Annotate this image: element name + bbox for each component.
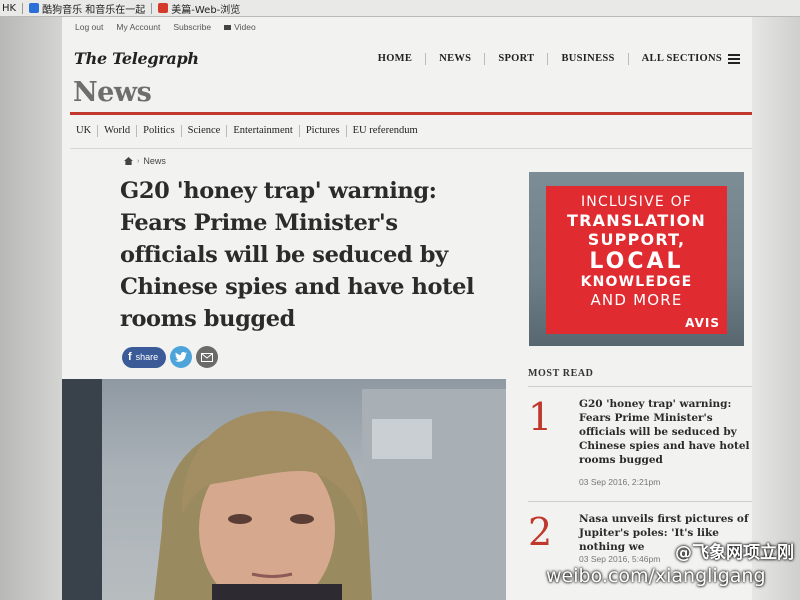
- nav-sport[interactable]: SPORT: [485, 53, 549, 65]
- utility-links: Log out My Account Subscribe Video: [75, 22, 256, 32]
- bookmark-label: 美篇-Web-浏览: [171, 4, 241, 16]
- ad-text-line: AND MORE: [590, 291, 683, 309]
- subnav-science[interactable]: Science: [182, 125, 228, 137]
- ad-text-line: INCLUSIVE OF: [580, 194, 693, 210]
- watermark-url: weibo.com/xiangligang: [546, 565, 766, 587]
- bookmarks-bar: HK 酷狗音乐 和音乐在一起 美篇-Web-浏览: [0, 0, 800, 17]
- headline-line: Fears Prime Minister's: [120, 210, 398, 236]
- main-nav: HOME NEWS SPORT BUSINESS ALL SECTIONS: [365, 53, 740, 65]
- my-account-link[interactable]: My Account: [116, 22, 160, 32]
- most-read-divider: [528, 501, 752, 502]
- bookmark-label: HK: [2, 2, 17, 14]
- avis-advertisement[interactable]: INCLUSIVE OF TRANSLATION SUPPORT, LOCAL …: [529, 172, 744, 346]
- nav-home[interactable]: HOME: [365, 53, 427, 65]
- log-out-link[interactable]: Log out: [75, 22, 103, 32]
- envelope-icon: [201, 352, 214, 362]
- subnav-entertainment[interactable]: Entertainment: [227, 125, 300, 137]
- telegraph-page: Log out My Account Subscribe Video The T…: [62, 17, 752, 600]
- most-read-divider: [528, 386, 752, 387]
- most-read-heading: MOST READ: [528, 368, 594, 379]
- masthead-logo[interactable]: The Telegraph: [74, 49, 199, 68]
- watermark-handle: @飞象网项立刚: [675, 543, 794, 563]
- kugou-favicon-icon: [29, 3, 40, 13]
- facebook-icon: f: [128, 351, 132, 363]
- most-read-title: G20 'honey trap' warning: Fears Prime Mi…: [579, 397, 752, 467]
- breadcrumb-news[interactable]: News: [143, 156, 166, 166]
- most-read-title-line: Chinese spies and have hotel: [579, 440, 750, 452]
- headline-line: rooms bugged: [120, 306, 295, 332]
- home-icon[interactable]: [124, 157, 133, 165]
- section-divider: [70, 112, 752, 115]
- avis-logo: AVIS: [685, 316, 720, 330]
- share-label: share: [135, 352, 159, 362]
- facebook-share-button[interactable]: f share: [122, 346, 167, 368]
- bookmark-label: 酷狗音乐 和音乐在一起: [42, 4, 146, 16]
- ad-text-line: SUPPORT,: [587, 230, 686, 249]
- subnav-uk[interactable]: UK: [70, 125, 99, 137]
- portrait-image: [62, 379, 506, 600]
- sub-nav: UK World Politics Science Entertainment …: [70, 125, 424, 137]
- hamburger-menu-icon[interactable]: [728, 54, 740, 64]
- subnav-politics[interactable]: Politics: [137, 125, 182, 137]
- subnav-world[interactable]: World: [98, 125, 138, 137]
- article-headline: G20 'honey trap' warning: Fears Prime Mi…: [120, 175, 500, 335]
- nav-business[interactable]: BUSINESS: [548, 53, 629, 65]
- nav-all-sections[interactable]: ALL SECTIONS: [629, 53, 728, 65]
- bookmark-divider: [22, 2, 24, 14]
- most-read-time: 03 Sep 2016, 2:21pm: [579, 477, 661, 487]
- most-read-title-line: Nasa unveils first pictures of: [579, 513, 749, 525]
- meipian-favicon-icon: [158, 3, 169, 13]
- video-label: Video: [234, 22, 256, 32]
- section-title: News: [73, 77, 152, 108]
- subscribe-link[interactable]: Subscribe: [173, 22, 211, 32]
- nav-news[interactable]: NEWS: [426, 53, 486, 65]
- subnav-eu-referendum[interactable]: EU referendum: [347, 125, 424, 137]
- weibo-watermark: @飞象网项立刚 weibo.com/xiangligang: [546, 542, 800, 588]
- bookmark-kugou[interactable]: 酷狗音乐 和音乐在一起: [29, 1, 145, 16]
- most-read-title-line: Fears Prime Minister's: [579, 412, 713, 424]
- twitter-bird-icon: [175, 352, 188, 362]
- email-share-button[interactable]: [196, 346, 219, 368]
- breadcrumb: › News: [124, 156, 166, 166]
- most-read-rank: 1: [528, 395, 553, 439]
- bookmark-hk[interactable]: HK: [2, 3, 16, 14]
- ad-text-line: TRANSLATION: [567, 211, 706, 230]
- bookmark-divider: [151, 2, 153, 14]
- headline-line: officials will be seduced by: [120, 242, 448, 268]
- breadcrumb-separator-icon: ›: [137, 157, 140, 165]
- subnav-divider: [70, 148, 752, 149]
- share-buttons: f share: [122, 346, 219, 368]
- ad-text-line: LOCAL: [589, 249, 684, 274]
- headline-line: Chinese spies and have hotel: [120, 274, 475, 300]
- screen-left-edge: [0, 17, 62, 600]
- ad-text-line: KNOWLEDGE: [580, 274, 693, 290]
- subnav-pictures[interactable]: Pictures: [300, 125, 347, 137]
- screen-right-edge: [752, 17, 800, 600]
- most-read-title-line: officials will be seduced by: [579, 426, 737, 438]
- most-read-title-line: rooms bugged: [579, 454, 663, 466]
- article-lead-photo[interactable]: [62, 379, 506, 600]
- bookmark-meipian[interactable]: 美篇-Web-浏览: [158, 1, 240, 16]
- twitter-share-button[interactable]: [170, 346, 193, 368]
- ad-red-panel: INCLUSIVE OF TRANSLATION SUPPORT, LOCAL …: [546, 186, 727, 334]
- video-camera-icon: [224, 24, 232, 30]
- headline-line: G20 'honey trap' warning:: [120, 178, 437, 204]
- most-read-title-line: G20 'honey trap' warning:: [579, 398, 732, 410]
- most-read-item[interactable]: 1 G20 'honey trap' warning: Fears Prime …: [528, 397, 752, 497]
- video-link[interactable]: Video: [224, 22, 256, 32]
- most-read-title-line: Jupiter's poles: 'It's like: [579, 527, 719, 539]
